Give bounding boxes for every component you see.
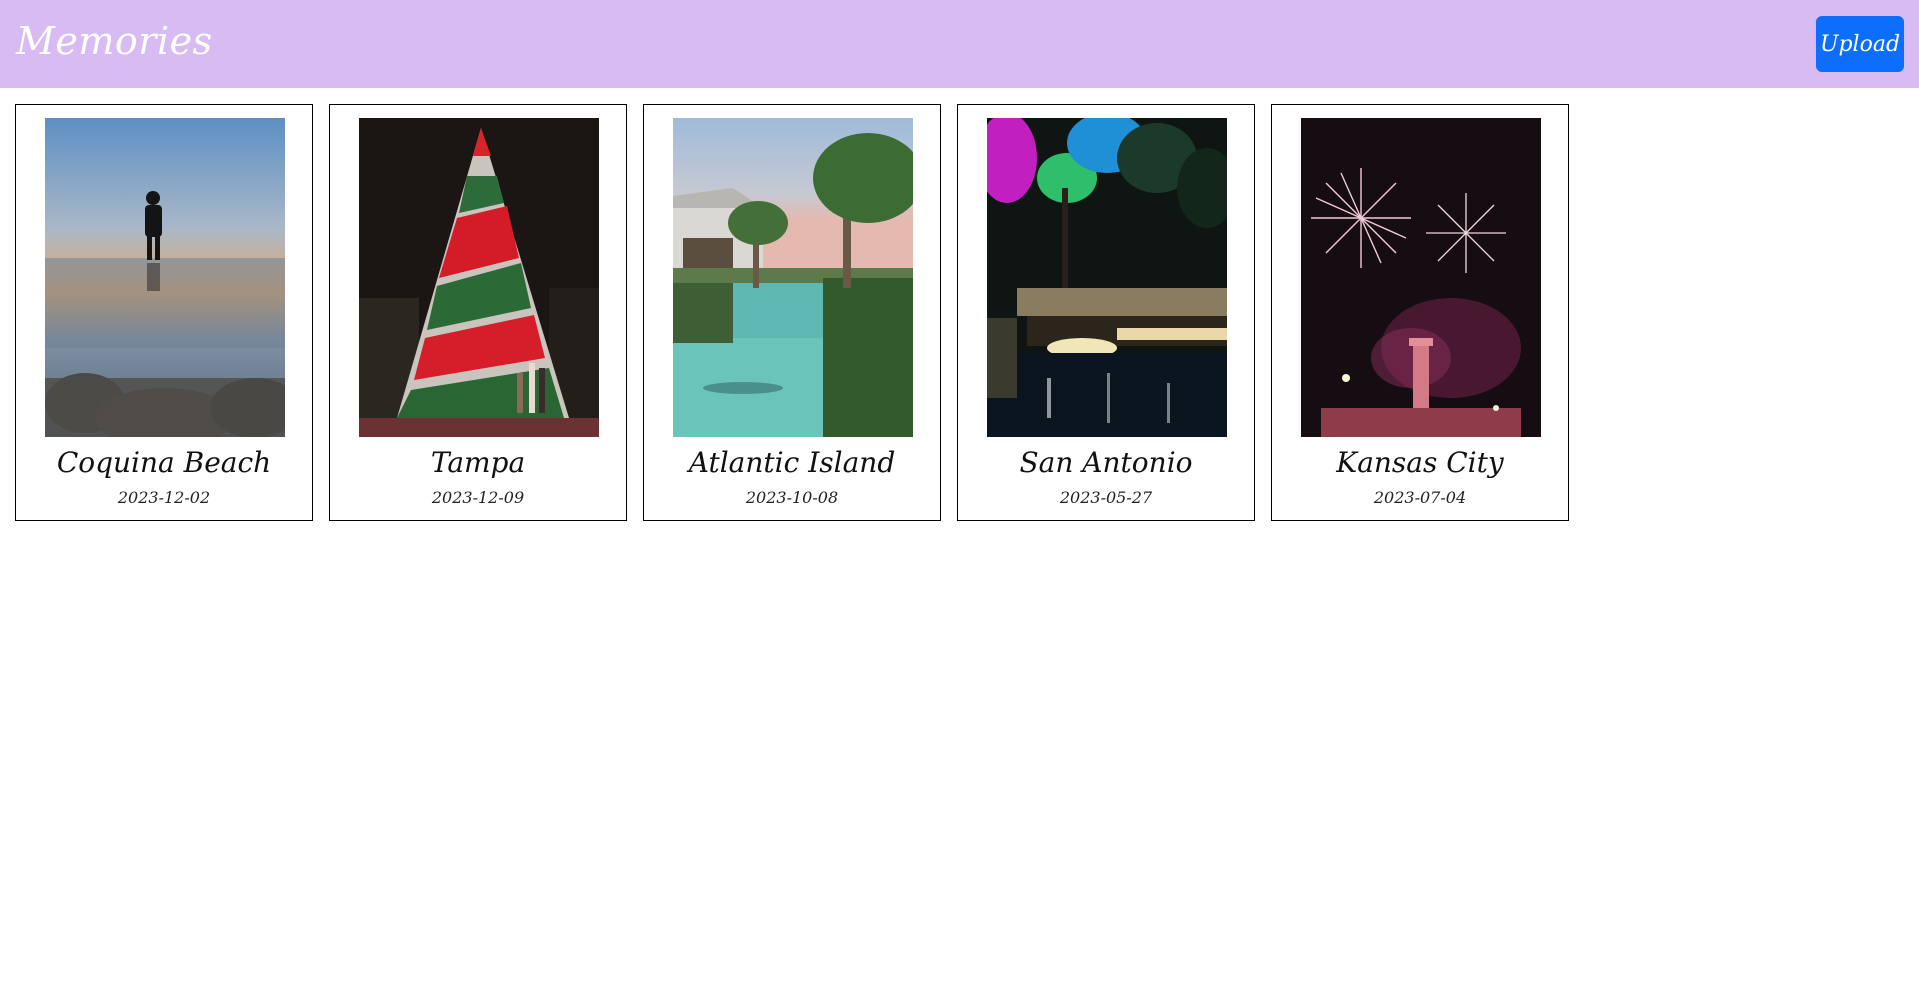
memory-place: Atlantic Island (688, 446, 896, 479)
memory-date: 2023-10-08 (745, 488, 839, 507)
lagoon-palms-photo (673, 118, 913, 437)
memory-card[interactable]: Kansas City 2023-07-04 (1271, 104, 1569, 521)
upload-button[interactable]: Upload (1816, 16, 1904, 72)
memory-card[interactable]: Coquina Beach 2023-12-02 (15, 104, 313, 521)
app-title: Memories (16, 19, 213, 63)
memory-card[interactable]: San Antonio 2023-05-27 (957, 104, 1255, 521)
memory-photo[interactable] (673, 118, 913, 437)
memory-date: 2023-12-09 (431, 488, 525, 507)
memory-place: Kansas City (1336, 446, 1504, 479)
top-navbar: Memories Upload (0, 0, 1919, 88)
memory-photo[interactable] (1301, 118, 1541, 437)
memory-date: 2023-05-27 (1059, 488, 1153, 507)
riverwalk-night-photo (987, 118, 1227, 437)
memory-card[interactable]: Atlantic Island 2023-10-08 (643, 104, 941, 521)
memory-photo[interactable] (987, 118, 1227, 437)
christmas-tree-photo (359, 118, 599, 437)
memory-date: 2023-07-04 (1373, 488, 1467, 507)
memory-place: Tampa (430, 446, 526, 479)
memory-card[interactable]: Tampa 2023-12-09 (329, 104, 627, 521)
memory-date: 2023-12-02 (117, 488, 211, 507)
memory-photo[interactable] (359, 118, 599, 437)
memories-grid: Coquina Beach 2023-12-02 Tampa 2023-12-0… (15, 104, 1569, 521)
memory-place: Coquina Beach (56, 446, 272, 479)
sunset-beach-photo (45, 118, 285, 437)
memory-place: San Antonio (1019, 446, 1193, 479)
fireworks-photo (1301, 118, 1541, 437)
memory-photo[interactable] (45, 118, 285, 437)
